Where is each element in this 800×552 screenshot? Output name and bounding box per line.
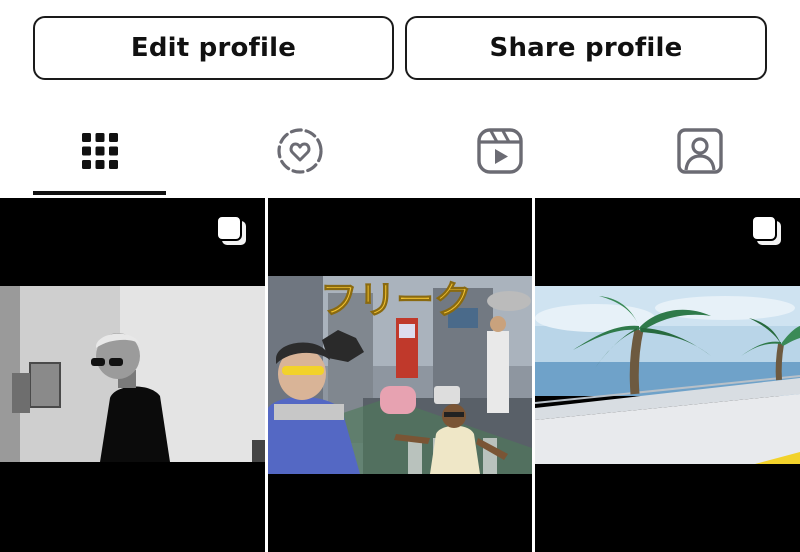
highlights-heart-icon — [277, 128, 323, 174]
profile-actions: Edit profile Share profile — [33, 16, 767, 80]
tagged-person-icon — [677, 128, 723, 174]
profile-tabs — [0, 108, 800, 198]
post-thumbnail[interactable]: フリーク — [268, 198, 532, 552]
multiple-photos-icon — [216, 215, 246, 245]
tab-posts-grid[interactable] — [0, 108, 200, 194]
selected-tab-indicator — [33, 191, 166, 195]
post-image — [535, 198, 800, 552]
multiple-photos-icon — [751, 215, 781, 245]
tab-tagged[interactable] — [600, 108, 800, 194]
post-image: フリーク — [268, 198, 532, 552]
grid-icon — [82, 133, 118, 169]
share-profile-button[interactable]: Share profile — [405, 16, 767, 80]
post-thumbnail[interactable] — [0, 198, 265, 552]
tab-reels[interactable] — [400, 108, 600, 194]
post-image — [0, 198, 265, 552]
collage-overlay-text: フリーク — [320, 278, 472, 322]
posts-grid: フリーク — [0, 198, 800, 552]
reels-icon — [477, 128, 523, 174]
post-thumbnail[interactable] — [535, 198, 800, 552]
tab-highlights[interactable] — [200, 108, 400, 194]
edit-profile-button[interactable]: Edit profile — [33, 16, 394, 80]
